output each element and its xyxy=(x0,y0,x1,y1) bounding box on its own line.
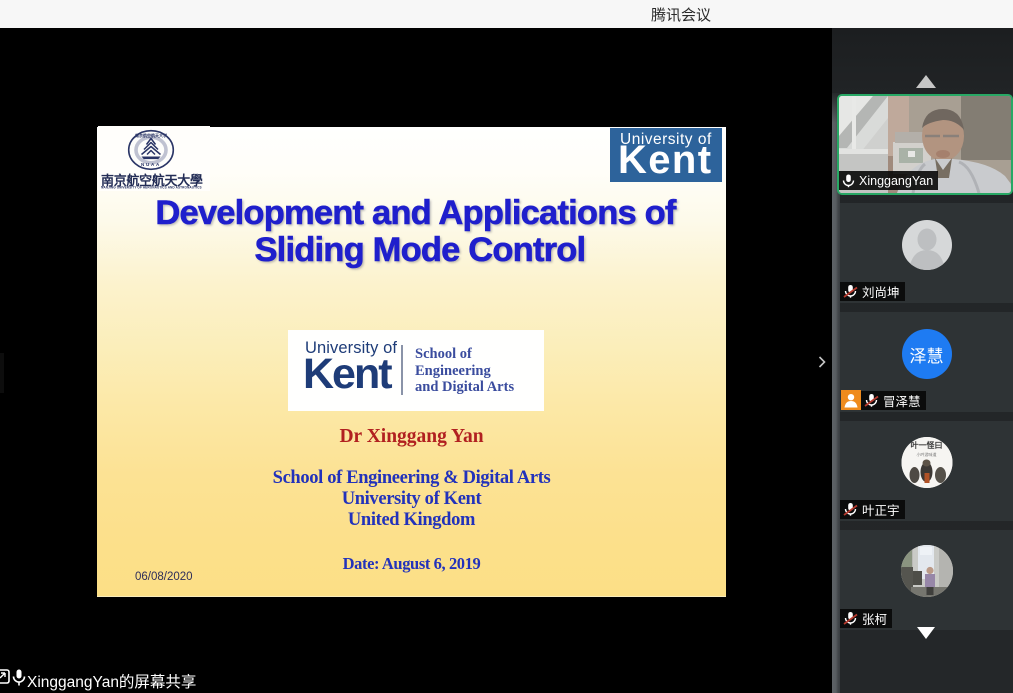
svg-text:南京航空航天大学: 南京航空航天大学 xyxy=(135,132,167,138)
svg-text:小吟游味道: 小吟游味道 xyxy=(916,451,936,457)
svg-text:叶一怪曰: 叶一怪曰 xyxy=(910,440,942,450)
svg-text:NUAA: NUAA xyxy=(141,162,161,167)
